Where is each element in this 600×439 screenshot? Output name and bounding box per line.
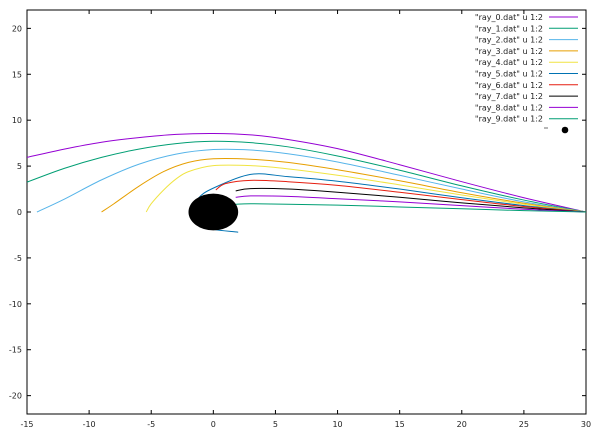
legend-label-ray-5: "ray_5.dat" u 1:2 xyxy=(475,70,543,79)
legend-dot-mark xyxy=(546,127,548,129)
black-hole-group xyxy=(188,193,239,231)
legend-label-ray-8: "ray_8.dat" u 1:2 xyxy=(475,103,543,112)
legend-black-hole-marker xyxy=(561,126,569,134)
x-tick-label: -15 xyxy=(20,420,33,429)
legend: "ray_0.dat" u 1:2 "ray_1.dat" u 1:2 "ray_2… xyxy=(475,13,578,134)
black-hole-disc xyxy=(188,193,239,231)
y-tick-label: 15 xyxy=(12,70,22,79)
legend-dot-mark xyxy=(544,127,546,129)
chart-svg: -15 -10 -5 0 5 10 15 20 25 30 -20 -15 -10 -5 0 5 10 15 20… xyxy=(9,9,591,429)
legend-label-ray-1: "ray_1.dat" u 1:2 xyxy=(475,24,543,33)
x-tick-label: 5 xyxy=(273,420,278,429)
y-tick-label: -5 xyxy=(14,254,22,263)
x-tick-label: 0 xyxy=(211,420,216,429)
y-tick-label: -20 xyxy=(9,392,22,401)
y-tick-label: 5 xyxy=(17,162,22,171)
legend-label-ray-4: "ray_4.dat" u 1:2 xyxy=(475,58,543,67)
legend-label-ray-0: "ray_0.dat" u 1:2 xyxy=(475,13,543,22)
series-lines xyxy=(27,132,586,233)
x-tick-label: 15 xyxy=(395,420,405,429)
x-tick-label: -5 xyxy=(147,420,155,429)
x-tick-label: 30 xyxy=(581,420,591,429)
y-tick-label: 0 xyxy=(17,208,22,217)
x-tick-label: 25 xyxy=(519,420,529,429)
legend-label-ray-6: "ray_6.dat" u 1:2 xyxy=(475,81,543,90)
x-tick-label: -10 xyxy=(83,420,96,429)
x-tick-label: 20 xyxy=(457,420,467,429)
y-tick-label: -15 xyxy=(9,346,22,355)
series-line-ray-2 xyxy=(36,148,586,213)
y-tick-label: 10 xyxy=(12,116,22,125)
y-tick-label: -10 xyxy=(9,300,22,309)
legend-label-ray-7: "ray_7.dat" u 1:2 xyxy=(475,92,543,101)
legend-label-ray-2: "ray_2.dat" u 1:2 xyxy=(475,36,543,45)
legend-label-ray-9: "ray_9.dat" u 1:2 xyxy=(475,115,543,124)
y-tick-label: 20 xyxy=(12,24,22,33)
x-tick-label: 10 xyxy=(332,420,342,429)
legend-label-ray-3: "ray_3.dat" u 1:2 xyxy=(475,47,543,56)
